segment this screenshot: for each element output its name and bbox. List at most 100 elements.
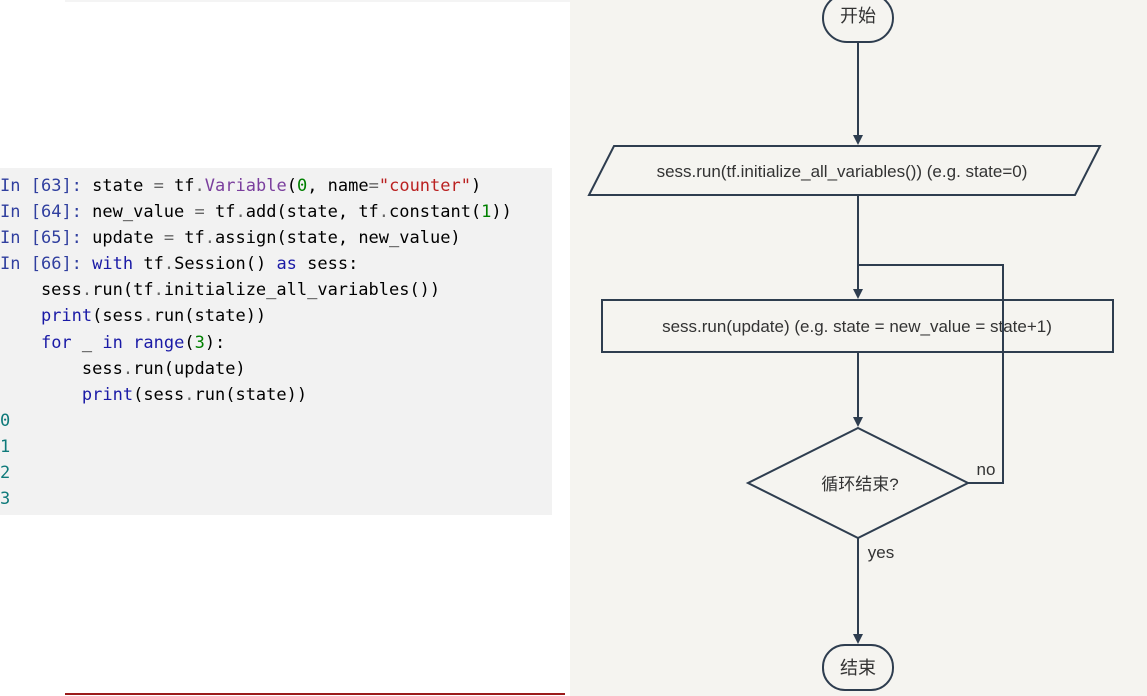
- top-divider: [65, 0, 570, 2]
- code-token: 65: [40, 228, 62, 249]
- code-line: sess.run(update): [0, 356, 512, 382]
- code-token: sess: [0, 280, 82, 301]
- code-token: 0: [0, 410, 11, 431]
- update-label: sess.run(update) (e.g. state = new_value…: [662, 317, 1052, 336]
- code-cell: In [63]: state = tf.Variable(0, name="co…: [0, 168, 552, 515]
- flowchart-panel: 开始 sess.run(tf.initialize_all_variables(…: [570, 0, 1147, 696]
- code-token: In [: [0, 176, 41, 196]
- code-token: tf: [204, 202, 236, 223]
- end-label: 结束: [840, 658, 876, 678]
- code-token: _: [71, 332, 103, 353]
- code-token: (sess: [133, 384, 185, 405]
- code-token: in: [102, 332, 123, 353]
- code-token: (sess: [92, 306, 144, 327]
- code-token: =: [194, 202, 205, 223]
- code-token: .: [378, 202, 390, 223]
- decision-label: 循环结束?: [821, 475, 898, 494]
- code-token: run(tf: [92, 280, 154, 301]
- code-line: 1: [0, 434, 512, 460]
- code-token: constant(: [389, 202, 482, 223]
- code-token: ]:: [61, 176, 93, 196]
- code-line: In [66]: with tf.Session() as sess:: [0, 251, 512, 277]
- code-token: sess:: [296, 254, 359, 275]
- code-token: .: [184, 384, 195, 405]
- code-token: assign(state, new_value): [215, 228, 461, 249]
- code-token: Session(): [174, 254, 267, 275]
- code-token: 63: [40, 176, 62, 196]
- code-line: In [65]: update = tf.assign(state, new_v…: [0, 225, 512, 251]
- code-token: range: [133, 332, 185, 353]
- code-token: (: [286, 176, 297, 196]
- code-token: new_value: [92, 202, 195, 223]
- code-line: In [63]: state = tf.Variable(0, name="co…: [0, 173, 512, 199]
- code-token: for: [40, 332, 72, 353]
- code-token: 2: [0, 463, 11, 484]
- code-token: tf: [174, 228, 205, 249]
- code-token: ]:: [61, 254, 93, 275]
- code-token: .: [153, 280, 164, 301]
- code-token: with: [92, 254, 134, 275]
- code-token: run(state)): [153, 306, 267, 327]
- code-token: =: [368, 176, 379, 196]
- no-loop-connector: [858, 264, 1004, 484]
- code-token: .: [81, 280, 93, 301]
- code-line: for _ in range(3):: [0, 330, 512, 356]
- code-lines: In [63]: state = tf.Variable(0, name="co…: [0, 173, 512, 512]
- code-token: ]:: [61, 202, 93, 223]
- code-line: In [64]: new_value = tf.add(state, tf.co…: [0, 199, 512, 225]
- code-token: print: [40, 306, 93, 327]
- code-line: sess.run(tf.initialize_all_variables()): [0, 277, 512, 303]
- code-token: as: [266, 254, 297, 275]
- code-token: , name: [307, 176, 369, 196]
- code-token: print: [81, 384, 134, 405]
- code-token: .: [122, 358, 134, 379]
- code-token: In [: [0, 228, 41, 249]
- code-line: 2: [0, 460, 512, 486]
- code-line: print(sess.run(state)): [0, 382, 512, 408]
- code-token: ]:: [61, 228, 93, 249]
- code-token: 1: [481, 202, 492, 223]
- code-token: sess: [0, 358, 123, 379]
- code-token: tf: [163, 176, 195, 196]
- bottom-divider: [65, 693, 565, 695]
- start-label: 开始: [840, 6, 876, 26]
- code-token: )): [491, 202, 512, 223]
- code-token: add(state, tf: [245, 202, 379, 223]
- code-token: run(update): [133, 358, 246, 379]
- code-token: .: [204, 228, 216, 249]
- code-token: update: [92, 228, 164, 249]
- code-token: 66: [40, 254, 62, 275]
- code-token: =: [163, 228, 175, 249]
- code-line: 3: [0, 486, 512, 512]
- code-token: initialize_all_variables()): [163, 280, 441, 301]
- code-token: (: [184, 332, 195, 353]
- code-line: print(sess.run(state)): [0, 303, 512, 329]
- code-token: 3: [0, 489, 11, 510]
- flowchart: 开始 sess.run(tf.initialize_all_variables(…: [587, 0, 1114, 691]
- code-token: tf: [133, 254, 164, 275]
- code-token: In [: [0, 202, 41, 223]
- code-token: "counter": [378, 176, 471, 196]
- code-token: state: [92, 176, 154, 196]
- code-token: In [: [0, 254, 41, 275]
- init-label: sess.run(tf.initialize_all_variables()) …: [657, 162, 1028, 181]
- code-token: 3: [194, 332, 205, 353]
- code-token: 64: [40, 202, 62, 223]
- code-token: .: [235, 202, 246, 223]
- code-token: .: [143, 306, 154, 327]
- code-panel: In [63]: state = tf.Variable(0, name="co…: [0, 0, 570, 696]
- code-token: .: [194, 176, 205, 196]
- no-label: no: [977, 460, 996, 479]
- code-token: .: [163, 254, 175, 275]
- code-token: run(state)): [194, 384, 308, 405]
- code-token: 0: [296, 176, 308, 196]
- code-token: ): [470, 176, 482, 196]
- yes-label: yes: [868, 543, 894, 562]
- code-line: 0: [0, 408, 512, 434]
- code-token: ):: [204, 332, 226, 353]
- code-token: 1: [0, 436, 11, 457]
